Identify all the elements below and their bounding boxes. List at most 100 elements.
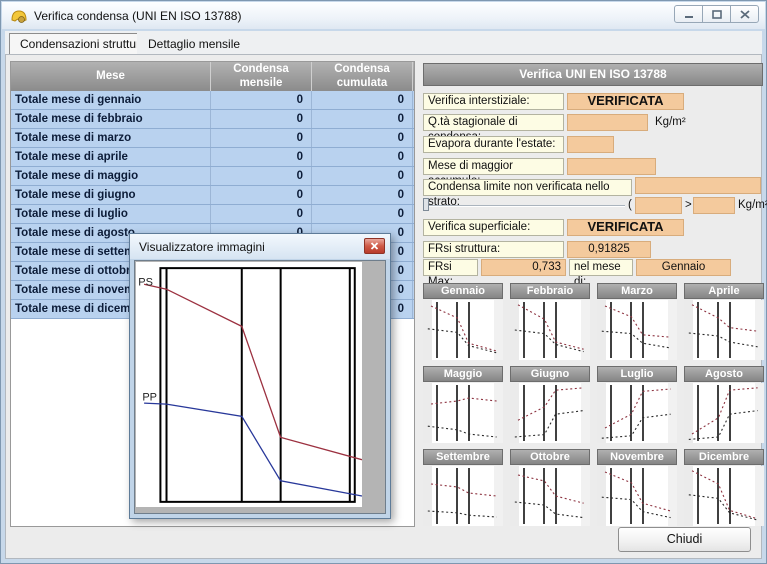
label-evapora-estate: Evapora durante l'estate:: [423, 136, 564, 153]
month-button-febbraio[interactable]: Febbraio: [510, 283, 590, 299]
mini-chart-novembre[interactable]: [597, 466, 677, 526]
month-button-marzo[interactable]: Marzo: [597, 283, 677, 299]
unit-limite: Kg/m²: [738, 199, 767, 211]
visualizzatore-dialog: Visualizzatore immagini PSPP: [129, 233, 391, 519]
table-row[interactable]: Totale mese di maggio00: [11, 167, 414, 186]
strato-slider-track[interactable]: [425, 205, 625, 207]
cell-condensa-cumulata: 0: [312, 167, 413, 185]
value-frsi-struttura: 0,91825: [567, 241, 651, 258]
dialog-body: PSPP: [134, 260, 386, 514]
month-cell-dicembre: Dicembre: [684, 449, 764, 526]
month-cell-novembre: Novembre: [597, 449, 677, 526]
cell-mese: Totale mese di marzo: [11, 129, 211, 147]
month-cell-agosto: Agosto: [684, 366, 764, 443]
label-condensa-limite: Condensa limite non verificata nello str…: [423, 179, 632, 196]
month-cell-gennaio: Gennaio: [423, 283, 503, 360]
table-header-row: Mese Condensa mensile Condensa cumulata: [11, 62, 414, 91]
month-button-aprile[interactable]: Aprile: [684, 283, 764, 299]
mini-chart-dicembre[interactable]: [684, 466, 764, 526]
month-cell-ottobre: Ottobre: [510, 449, 590, 526]
value-condensa-limite: [635, 177, 761, 194]
mini-chart-giugno[interactable]: [510, 383, 590, 443]
glaser-chart[interactable]: PSPP: [136, 262, 362, 507]
table-row[interactable]: Totale mese di marzo00: [11, 129, 414, 148]
cell-condensa-mensile: 0: [211, 205, 312, 223]
value-verifica-superficiale: VERIFICATA: [567, 219, 684, 236]
month-button-agosto[interactable]: Agosto: [684, 366, 764, 382]
mini-chart-ottobre[interactable]: [510, 466, 590, 526]
table-row[interactable]: Totale mese di gennaio00: [11, 91, 414, 110]
value-nel-mese-di: Gennaio: [636, 259, 731, 276]
cell-mese: Totale mese di maggio: [11, 167, 211, 185]
month-button-novembre[interactable]: Novembre: [597, 449, 677, 465]
month-button-ottobre[interactable]: Ottobre: [510, 449, 590, 465]
close-button[interactable]: [730, 5, 759, 23]
month-cell-maggio: Maggio: [423, 366, 503, 443]
month-button-maggio[interactable]: Maggio: [423, 366, 503, 382]
cell-condensa-cumulata: 0: [312, 186, 413, 204]
month-cell-marzo: Marzo: [597, 283, 677, 360]
mini-chart-gennaio[interactable]: [423, 300, 503, 360]
label-verifica-interstiziale: Verifica interstiziale:: [423, 93, 564, 110]
window-title: Verifica condensa (UNI EN ISO 13788): [34, 9, 241, 23]
dialog-title-bar[interactable]: Visualizzatore immagini: [130, 234, 390, 259]
col-header-condensa-cumulata[interactable]: Condensa cumulata: [312, 62, 413, 91]
tab-dettaglio-mensile[interactable]: Dettaglio mensile: [137, 33, 251, 55]
cell-condensa-cumulata: 0: [312, 148, 413, 166]
col-header-mese[interactable]: Mese: [11, 62, 211, 91]
mini-chart-aprile[interactable]: [684, 300, 764, 360]
tab-bar: Condensazioni struttura Dettaglio mensil…: [5, 31, 762, 55]
maximize-button[interactable]: [702, 5, 731, 23]
dialog-title: Visualizzatore immagini: [139, 240, 265, 254]
cell-condensa-cumulata: 0: [312, 129, 413, 147]
month-cell-luglio: Luglio: [597, 366, 677, 443]
cell-condensa-mensile: 0: [211, 167, 312, 185]
month-button-gennaio[interactable]: Gennaio: [423, 283, 503, 299]
limite-box-2: [693, 197, 735, 214]
close-icon: [740, 10, 750, 19]
cell-condensa-mensile: 0: [211, 186, 312, 204]
cell-mese: Totale mese di luglio: [11, 205, 211, 223]
panel-header: Verifica UNI EN ISO 13788: [423, 63, 763, 86]
month-button-settembre[interactable]: Settembre: [423, 449, 503, 465]
app-window: Verifica condensa (UNI EN ISO 13788) Con…: [0, 0, 767, 564]
value-evapora-estate: [567, 136, 614, 153]
month-button-giugno[interactable]: Giugno: [510, 366, 590, 382]
label-mese-accumulo: Mese di maggior accumulo:: [423, 158, 564, 175]
minimize-icon: [684, 10, 694, 19]
mini-chart-maggio[interactable]: [423, 383, 503, 443]
chiudi-button[interactable]: Chiudi: [618, 527, 751, 552]
col-header-condensa-mensile[interactable]: Condensa mensile: [211, 62, 312, 91]
mini-chart-settembre[interactable]: [423, 466, 503, 526]
table-row[interactable]: Totale mese di giugno00: [11, 186, 414, 205]
mini-chart-marzo[interactable]: [597, 300, 677, 360]
table-row[interactable]: Totale mese di aprile00: [11, 148, 414, 167]
svg-text:PS: PS: [138, 276, 153, 288]
strato-slider-handle[interactable]: [423, 198, 429, 211]
gt-text: >: [685, 199, 692, 211]
cell-mese: Totale mese di febbraio: [11, 110, 211, 128]
cell-condensa-cumulata: 0: [312, 110, 413, 128]
month-cell-febbraio: Febbraio: [510, 283, 590, 360]
month-button-dicembre[interactable]: Dicembre: [684, 449, 764, 465]
dialog-close-button[interactable]: [364, 238, 385, 254]
table-row[interactable]: Totale mese di luglio00: [11, 205, 414, 224]
month-button-luglio[interactable]: Luglio: [597, 366, 677, 382]
mini-chart-febbraio[interactable]: [510, 300, 590, 360]
maximize-icon: [712, 10, 722, 19]
cell-mese: Totale mese di giugno: [11, 186, 211, 204]
label-verifica-superficiale: Verifica superficiale:: [423, 219, 564, 236]
cell-condensa-mensile: 0: [211, 129, 312, 147]
cell-condensa-mensile: 0: [211, 110, 312, 128]
months-grid: Gennaio Febbraio Marzo Aprile Maggio Giugno Lu…: [423, 283, 765, 526]
month-cell-giugno: Giugno: [510, 366, 590, 443]
label-qta-stagionale: Q.tà stagionale di condensa:: [423, 114, 564, 131]
tab-condensazioni-struttura[interactable]: Condensazioni struttura: [9, 33, 158, 55]
minimize-button[interactable]: [674, 5, 703, 23]
mini-chart-luglio[interactable]: [597, 383, 677, 443]
value-frsi-max: 0,733: [481, 259, 566, 276]
month-cell-settembre: Settembre: [423, 449, 503, 526]
mini-chart-agosto[interactable]: [684, 383, 764, 443]
title-bar[interactable]: Verifica condensa (UNI EN ISO 13788): [2, 2, 765, 29]
table-row[interactable]: Totale mese di febbraio00: [11, 110, 414, 129]
